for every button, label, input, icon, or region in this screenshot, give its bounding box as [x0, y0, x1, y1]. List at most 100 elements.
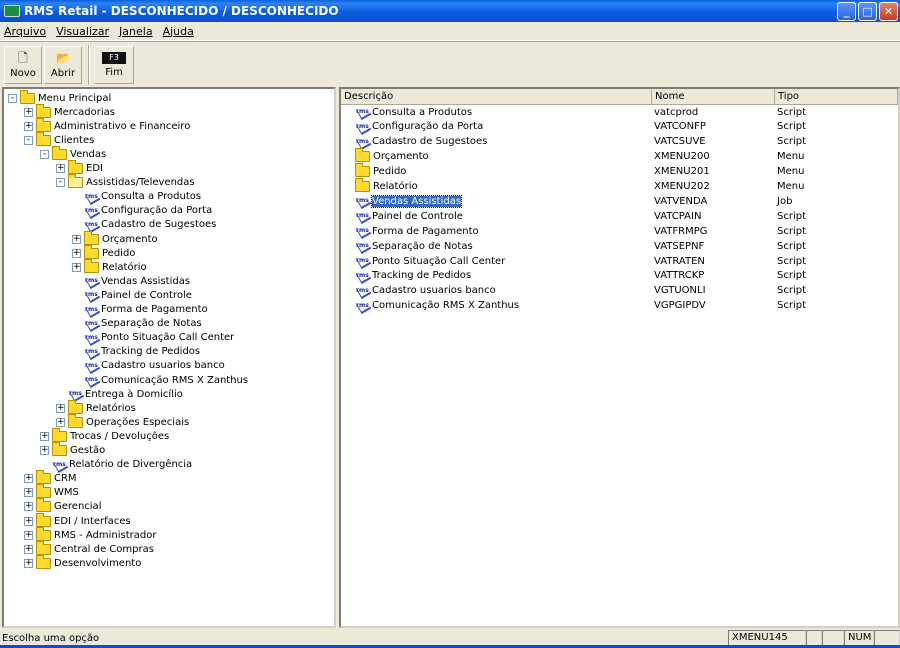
- expand-icon[interactable]: +: [56, 164, 65, 173]
- list-row[interactable]: Separação de Notas VATSEPNF Script: [341, 239, 875, 253]
- expand-icon[interactable]: +: [24, 488, 33, 498]
- tree-item[interactable]: - Assistidas/Televendas: [56, 174, 195, 190]
- cell-nome: XMENU201: [654, 166, 710, 178]
- tree-item[interactable]: Forma de Pagamento: [72, 303, 208, 317]
- collapse-icon[interactable]: -: [8, 93, 17, 103]
- tree-item[interactable]: Configuração da Porta: [72, 204, 212, 218]
- expand-icon[interactable]: +: [56, 403, 65, 413]
- list-row[interactable]: Cadastro usuarios banco VGTUONLI Script: [341, 284, 875, 298]
- tree-item[interactable]: + Relatório: [72, 258, 147, 274]
- cell-descricao: Cadastro de Sugestoes: [341, 136, 652, 148]
- menu-tree[interactable]: - Menu Principal + Mercadorias + Administrati…: [2, 87, 336, 628]
- program-icon: [84, 205, 98, 217]
- menu-ajuda[interactable]: Ajuda: [163, 25, 194, 38]
- column-tipo[interactable]: Tipo: [775, 89, 898, 104]
- status-blank-2: [822, 630, 844, 646]
- novo-button[interactable]: 🗋 Novo: [4, 45, 42, 84]
- menu-bar: Arquivo Visualizar Janela Ajuda: [0, 22, 900, 41]
- cell-tipo: Menu: [777, 181, 805, 192]
- collapse-icon[interactable]: -: [40, 149, 49, 159]
- folder-icon: [36, 554, 51, 569]
- item-list[interactable]: Descrição Nome Tipo Consulta a Produtos v…: [339, 87, 900, 628]
- program-icon: [355, 285, 369, 297]
- tree-item[interactable]: + Operações Especiais: [56, 413, 190, 429]
- expand-icon[interactable]: +: [40, 431, 49, 441]
- tree-item-label: Operações Especiais: [86, 416, 190, 428]
- tree-item[interactable]: + Desenvolvimento: [24, 554, 141, 570]
- tree-item[interactable]: + CRM: [24, 470, 77, 486]
- cell-descricao: Orçamento: [341, 148, 652, 163]
- expand-icon[interactable]: +: [24, 558, 33, 568]
- status-message: Escolha uma opção: [2, 632, 100, 644]
- tree-item-label: Tracking de Pedidos: [101, 346, 201, 358]
- tree-item[interactable]: Painel de Controle: [72, 288, 192, 302]
- list-row[interactable]: Comunicação RMS X Zanthus VGPGIPDV Script: [341, 299, 875, 313]
- expand-icon[interactable]: +: [24, 502, 33, 512]
- list-row[interactable]: Ponto Situação Call Center VATRATEN Script: [341, 254, 875, 268]
- list-row[interactable]: Configuração da Porta VATCONFP Script: [341, 120, 875, 134]
- expand-icon[interactable]: +: [72, 262, 81, 272]
- tree-item[interactable]: + Administrativo e Financeiro: [24, 117, 190, 133]
- program-icon: [355, 240, 369, 252]
- collapse-icon[interactable]: -: [24, 135, 33, 145]
- expand-icon[interactable]: +: [24, 516, 33, 526]
- close-button[interactable]: ✕: [879, 1, 898, 21]
- tree-item-label: Menu Principal: [38, 92, 112, 104]
- column-nome[interactable]: Nome: [652, 89, 775, 104]
- cell-descricao: Comunicação RMS X Zanthus: [341, 300, 652, 312]
- list-row[interactable]: Relatório XMENU202 Menu: [341, 178, 875, 194]
- cell-nome: XMENU200: [654, 151, 710, 163]
- tree-item[interactable]: Cadastro usuarios banco: [72, 359, 225, 373]
- menu-visualizar[interactable]: Visualizar: [56, 25, 109, 38]
- tree-item-label: WMS: [54, 487, 79, 499]
- program-icon: [355, 121, 369, 133]
- expand-icon[interactable]: +: [56, 417, 65, 427]
- list-row[interactable]: Vendas Assistidas VATVENDA Job: [341, 194, 875, 208]
- tree-item[interactable]: Consulta a Produtos: [72, 190, 201, 204]
- list-row[interactable]: Tracking de Pedidos VATTRCKP Script: [341, 269, 875, 283]
- tree-item[interactable]: Tracking de Pedidos: [72, 345, 200, 359]
- expand-icon[interactable]: +: [72, 248, 81, 258]
- tree-item[interactable]: + EDI: [56, 160, 103, 176]
- app-icon: [4, 5, 20, 17]
- expand-icon[interactable]: +: [24, 530, 33, 540]
- tree-item[interactable]: Vendas Assistidas: [72, 274, 190, 288]
- expand-icon[interactable]: +: [40, 446, 49, 455]
- maximize-button[interactable]: □: [858, 1, 877, 21]
- list-row[interactable]: Painel de Controle VATCPAIN Script: [341, 209, 875, 223]
- list-row[interactable]: Cadastro de Sugestoes VATCSUVE Script: [341, 135, 875, 149]
- collapse-icon[interactable]: -: [56, 178, 65, 188]
- expand-icon[interactable]: +: [72, 234, 81, 244]
- list-row[interactable]: Forma de Pagamento VATFRMPG Script: [341, 224, 875, 238]
- tree-item[interactable]: Separação de Notas: [72, 317, 202, 331]
- tree-item[interactable]: + Pedido: [72, 244, 135, 260]
- expand-icon[interactable]: +: [24, 474, 33, 484]
- tree-item[interactable]: + Gestão: [40, 442, 105, 458]
- tree-item-label: Vendas: [70, 148, 107, 160]
- tree-item[interactable]: Cadastro de Sugestoes: [72, 218, 216, 232]
- row-description: Configuração da Porta: [372, 121, 484, 133]
- expand-icon[interactable]: +: [24, 544, 33, 554]
- abrir-button[interactable]: 📂 Abrir: [44, 45, 82, 84]
- menu-janela[interactable]: Janela: [119, 25, 153, 38]
- tree-item[interactable]: Ponto Situação Call Center: [72, 331, 234, 345]
- tree-item[interactable]: Relatório de Divergência: [40, 458, 192, 472]
- tree-item-label: Central de Compras: [54, 543, 154, 555]
- minimize-button[interactable]: _: [837, 1, 856, 21]
- list-row[interactable]: Consulta a Produtos vatcprod Script: [341, 105, 875, 119]
- cell-tipo: Script: [777, 300, 807, 312]
- list-row[interactable]: Pedido XMENU201 Menu: [341, 163, 875, 179]
- tree-item-label: EDI / Interfaces: [54, 515, 131, 527]
- expand-icon[interactable]: +: [24, 107, 33, 117]
- row-description: Pedido: [373, 166, 407, 178]
- tree-item[interactable]: + WMS: [24, 484, 79, 500]
- menu-arquivo[interactable]: Arquivo: [4, 25, 46, 38]
- title-bar[interactable]: RMS Retail - DESCONHECIDO / DESCONHECIDO…: [0, 0, 900, 22]
- column-descricao[interactable]: Descrição: [341, 89, 652, 104]
- tree-item[interactable]: Comunicação RMS X Zanthus: [72, 373, 248, 387]
- cell-tipo: Script: [777, 210, 807, 222]
- list-row[interactable]: Orçamento XMENU200 Menu: [341, 148, 875, 164]
- expand-icon[interactable]: +: [24, 121, 33, 131]
- fim-button[interactable]: F3 Fim: [94, 45, 134, 84]
- tree-item[interactable]: - Menu Principal: [8, 89, 112, 105]
